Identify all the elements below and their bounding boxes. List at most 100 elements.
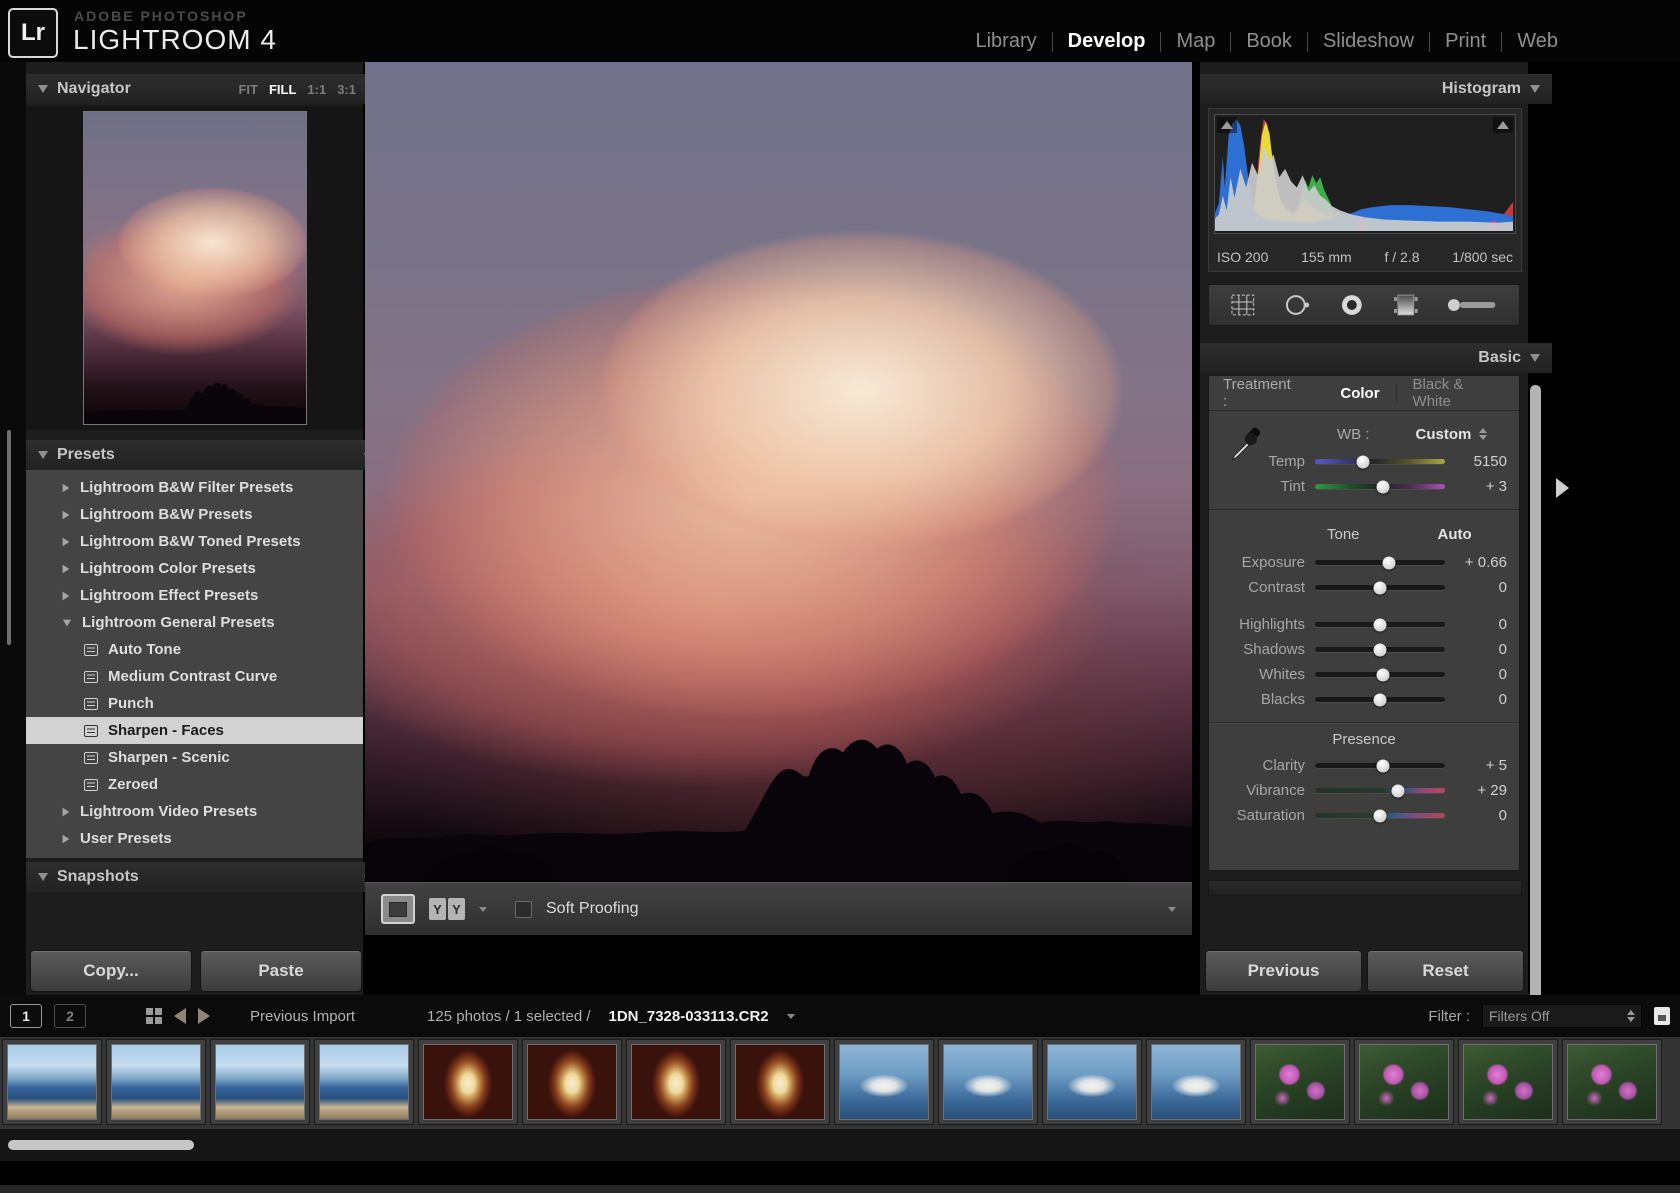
filmstrip-scrollbar-thumb[interactable] <box>8 1140 194 1150</box>
copy-button[interactable]: Copy... <box>30 950 192 992</box>
thumbnail-beach-1[interactable] <box>2 1039 102 1125</box>
preset-group-user[interactable]: User Presets <box>26 825 363 852</box>
module-slideshow[interactable]: Slideshow <box>1323 30 1414 53</box>
thumbnail-flower-3[interactable] <box>1458 1039 1558 1125</box>
thumbnail-flower-1[interactable] <box>1250 1039 1350 1125</box>
selected-filename[interactable]: 1DN_7328-033113.CR2 <box>609 1008 769 1025</box>
zoom-3-1-option[interactable]: 3:1 <box>337 82 356 97</box>
filename-dropdown-icon[interactable] <box>787 1014 795 1019</box>
thumbnail-beach-3[interactable] <box>210 1039 310 1125</box>
presets-panel-header[interactable]: Presets + <box>26 440 387 470</box>
saturation-slider-handle[interactable] <box>1374 809 1387 822</box>
previous-photo-arrow-icon[interactable] <box>174 1008 186 1024</box>
previous-button[interactable]: Previous <box>1205 950 1362 992</box>
whites-slider-handle[interactable] <box>1376 668 1389 681</box>
white-balance-eyedropper-icon[interactable] <box>1225 423 1269 467</box>
module-book[interactable]: Book <box>1246 30 1292 53</box>
next-photo-arrow-icon[interactable] <box>198 1008 210 1024</box>
saturation-slider[interactable] <box>1315 813 1445 818</box>
blacks-slider-handle[interactable] <box>1374 693 1387 706</box>
thumbnail-boat-2[interactable] <box>938 1039 1038 1125</box>
clarity-slider-handle[interactable] <box>1376 759 1389 772</box>
loupe-view-button[interactable] <box>381 894 415 924</box>
preset-sharpen-scenic[interactable]: Sharpen - Scenic <box>26 744 363 771</box>
preset-group-video[interactable]: Lightroom Video Presets <box>26 798 363 825</box>
preset-group-bw[interactable]: Lightroom B&W Presets <box>26 501 363 528</box>
module-library[interactable]: Library <box>975 30 1036 53</box>
navigator-panel-header[interactable]: Navigator FIT FILL 1:1 3:1 <box>26 74 387 104</box>
histogram-panel-header[interactable]: Histogram <box>1200 74 1552 104</box>
snapshots-panel-header[interactable]: Snapshots + <box>26 862 387 892</box>
auto-tone-button[interactable]: Auto <box>1438 526 1472 543</box>
main-photo-canvas[interactable] <box>365 62 1192 882</box>
module-web[interactable]: Web <box>1517 30 1558 53</box>
thumbnail-portrait-4[interactable] <box>730 1039 830 1125</box>
preset-auto-tone[interactable]: Auto Tone <box>26 636 363 663</box>
exposure-slider-handle[interactable] <box>1383 556 1396 569</box>
primary-window-button[interactable]: 1 <box>10 1004 42 1028</box>
basic-panel-header[interactable]: Basic <box>1200 343 1552 373</box>
wb-stepper-icon[interactable] <box>1479 428 1487 440</box>
grid-view-icon[interactable] <box>146 1008 162 1024</box>
preset-punch[interactable]: Punch <box>26 690 363 717</box>
paste-button[interactable]: Paste <box>200 950 362 992</box>
preset-group-effect[interactable]: Lightroom Effect Presets <box>26 582 363 609</box>
tint-slider-handle[interactable] <box>1376 480 1389 493</box>
zoom-1-1-option[interactable]: 1:1 <box>307 82 326 97</box>
soft-proofing-checkbox[interactable] <box>515 901 532 918</box>
wb-mode-dropdown[interactable]: Custom <box>1416 426 1472 443</box>
panel-collapse-arrow-icon[interactable] <box>1556 478 1569 498</box>
whites-slider[interactable] <box>1315 672 1445 677</box>
navigator-preview-image[interactable] <box>83 111 307 425</box>
vibrance-slider[interactable] <box>1315 788 1445 793</box>
tint-slider[interactable] <box>1315 484 1445 489</box>
right-panel-scrollbar[interactable] <box>1530 385 1541 1003</box>
histogram-plot[interactable] <box>1214 114 1516 234</box>
treatment-bw-option[interactable]: Black & White <box>1413 376 1505 410</box>
shadow-clipping-indicator[interactable] <box>1217 117 1237 133</box>
thumbnail-boat-3[interactable] <box>1042 1039 1142 1125</box>
highlights-slider-handle[interactable] <box>1374 618 1387 631</box>
spot-removal-icon[interactable] <box>1283 292 1313 318</box>
temp-slider[interactable] <box>1315 459 1445 464</box>
highlight-clipping-indicator[interactable] <box>1493 117 1513 133</box>
before-after-view-button[interactable]: Y Y <box>429 898 465 920</box>
shadows-slider-handle[interactable] <box>1374 643 1387 656</box>
reset-button[interactable]: Reset <box>1367 950 1524 992</box>
preset-group-bw-toned[interactable]: Lightroom B&W Toned Presets <box>26 528 363 555</box>
preset-sharpen-faces[interactable]: Sharpen - Faces <box>26 717 363 744</box>
thumbnail-boat-1[interactable] <box>834 1039 934 1125</box>
clarity-slider[interactable] <box>1315 763 1445 768</box>
thumbnail-portrait-1[interactable] <box>418 1039 518 1125</box>
thumbnail-beach-2[interactable] <box>106 1039 206 1125</box>
preset-zeroed[interactable]: Zeroed <box>26 771 363 798</box>
thumbnail-portrait-2[interactable] <box>522 1039 622 1125</box>
preset-medium-contrast-curve[interactable]: Medium Contrast Curve <box>26 663 363 690</box>
preset-group-color[interactable]: Lightroom Color Presets <box>26 555 363 582</box>
preset-group-general[interactable]: Lightroom General Presets <box>26 609 363 636</box>
filmstrip-source[interactable]: Previous Import <box>250 1008 355 1025</box>
thumbnail-portrait-3[interactable] <box>626 1039 726 1125</box>
thumbnail-boat-4[interactable] <box>1146 1039 1246 1125</box>
graduated-filter-icon[interactable] <box>1392 292 1420 318</box>
treatment-color-option[interactable]: Color <box>1340 385 1379 402</box>
blacks-slider[interactable] <box>1315 697 1445 702</box>
exposure-slider[interactable] <box>1315 560 1445 565</box>
module-map[interactable]: Map <box>1176 30 1215 53</box>
toolbar-content-menu-icon[interactable] <box>1168 907 1176 912</box>
adjustment-brush-icon[interactable] <box>1446 292 1499 318</box>
vibrance-slider-handle[interactable] <box>1392 784 1405 797</box>
crop-overlay-icon[interactable] <box>1229 292 1257 318</box>
view-mode-dropdown-icon[interactable] <box>479 907 487 912</box>
module-develop[interactable]: Develop <box>1068 30 1146 53</box>
preset-group-bw-filter[interactable]: Lightroom B&W Filter Presets <box>26 474 363 501</box>
left-panel-scrollbar[interactable] <box>7 430 11 645</box>
contrast-slider[interactable] <box>1315 585 1445 590</box>
red-eye-icon[interactable] <box>1338 292 1366 318</box>
zoom-fit-option[interactable]: FIT <box>238 82 258 97</box>
thumbnail-beach-4[interactable] <box>314 1039 414 1125</box>
contrast-slider-handle[interactable] <box>1374 581 1387 594</box>
filter-switch-icon[interactable] <box>1654 1007 1670 1025</box>
secondary-window-button[interactable]: 2 <box>54 1004 86 1028</box>
temp-slider-handle[interactable] <box>1357 455 1370 468</box>
